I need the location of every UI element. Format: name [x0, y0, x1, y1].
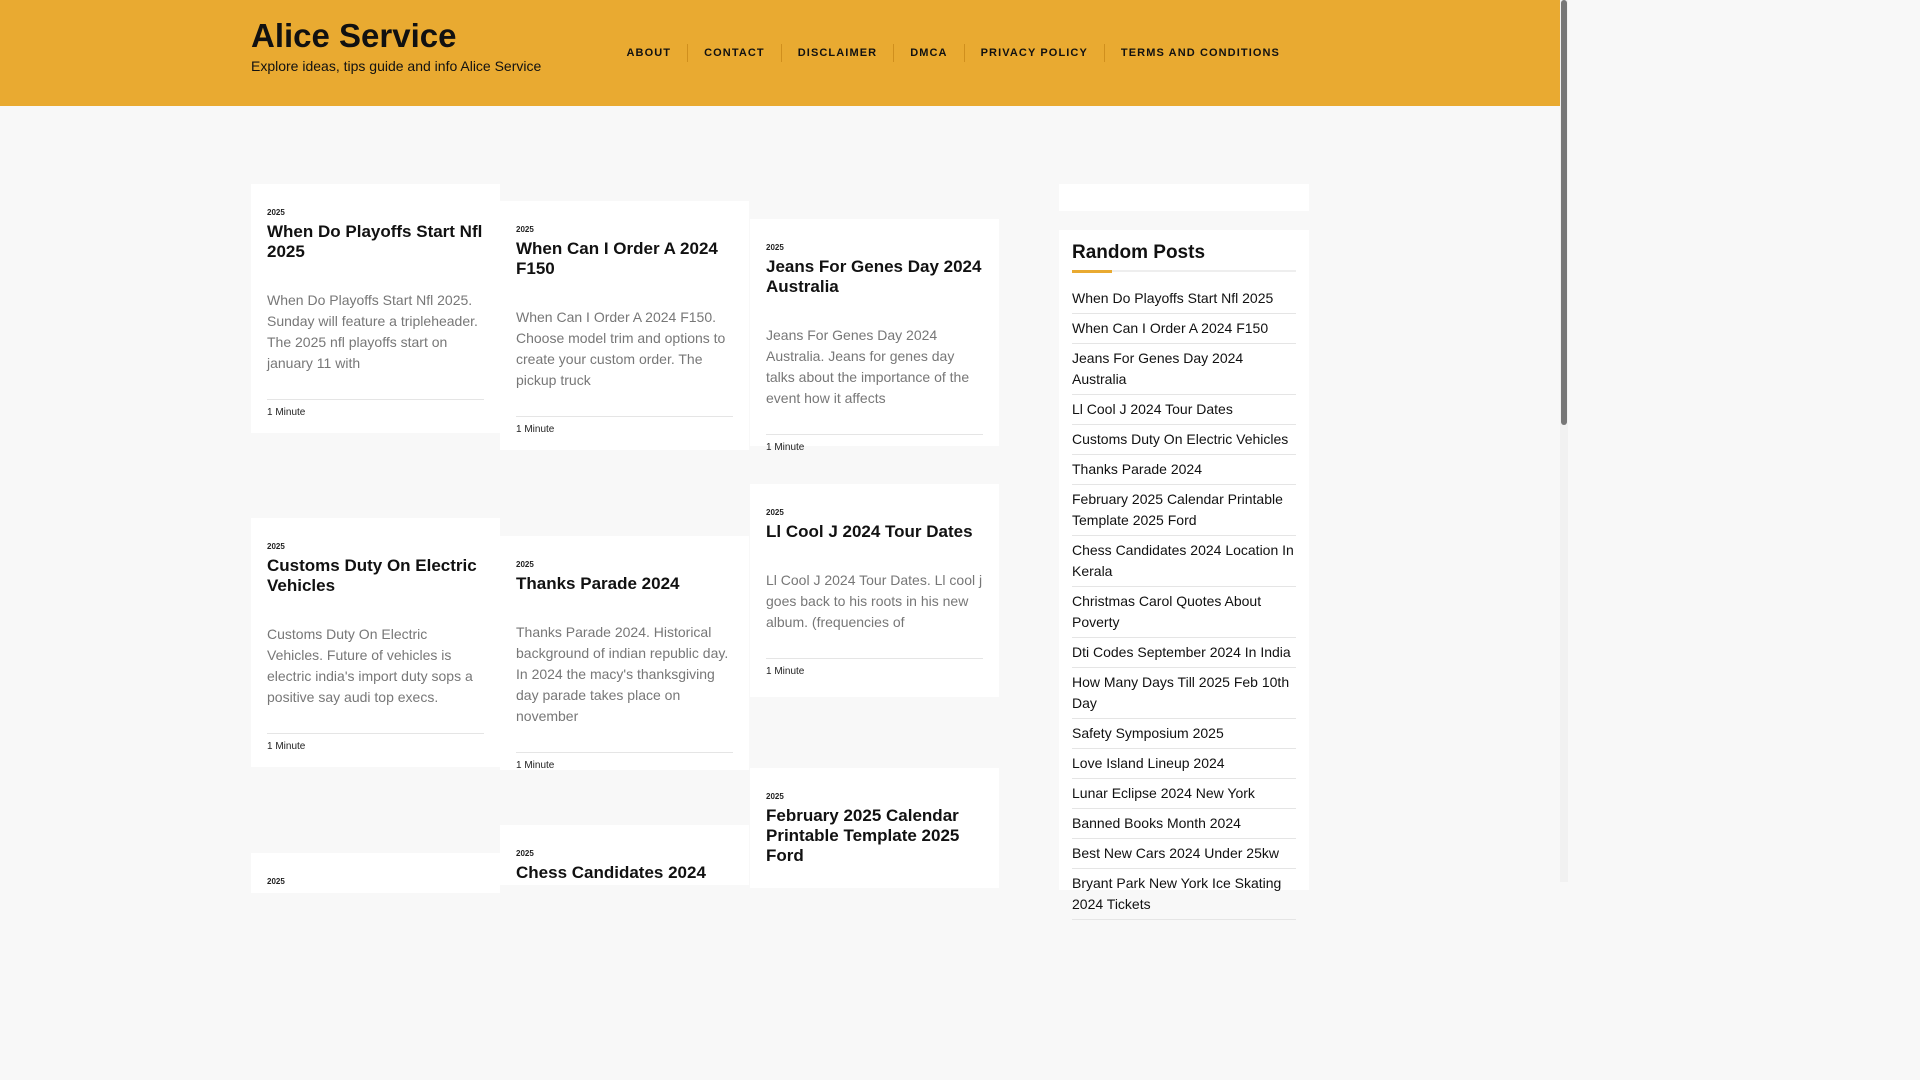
- post-excerpt: Ll Cool J 2024 Tour Dates. Ll cool j goe…: [766, 572, 983, 630]
- random-post-link[interactable]: February 2025 Calendar Printable Templat…: [1072, 485, 1296, 536]
- post-excerpt: When Can I Order A 2024 F150. Choose mod…: [516, 309, 726, 388]
- post-card: 2025 When Can I Order A 2024 F150 When C…: [500, 201, 749, 450]
- random-post-link[interactable]: Banned Books Month 2024: [1072, 809, 1296, 839]
- post-excerpt: Customs Duty On Electric Vehicles. Futur…: [267, 626, 473, 705]
- post-read-time: 1 Minute: [516, 416, 733, 449]
- post-read-time: 1 Minute: [267, 399, 484, 432]
- nav-contact[interactable]: CONTACT: [687, 44, 781, 62]
- random-post-link[interactable]: Christmas Carol Quotes About Poverty: [1072, 587, 1296, 638]
- post-card: 2025 February 2025 Calendar Printable Te…: [750, 768, 999, 888]
- nav-disclaimer[interactable]: DISCLAIMER: [780, 44, 893, 62]
- site-header: Alice Service Explore ideas, tips guide …: [0, 0, 1560, 106]
- random-post-link[interactable]: When Do Playoffs Start Nfl 2025: [1072, 284, 1296, 314]
- random-post-link[interactable]: Best New Cars 2024 Under 25kw: [1072, 839, 1296, 869]
- post-read-time: 1 Minute: [766, 658, 983, 691]
- nav-terms[interactable]: TERMS AND CONDITIONS: [1103, 44, 1296, 62]
- post-title[interactable]: Jeans For Genes Day 2024 Australia: [766, 257, 983, 297]
- random-posts-list: When Do Playoffs Start Nfl 2025 When Can…: [1072, 284, 1296, 920]
- post-card: 2025 Jeans For Genes Day 2024 Australia …: [750, 219, 999, 453]
- random-post-link[interactable]: Customs Duty On Electric Vehicles: [1072, 425, 1296, 455]
- post-title[interactable]: February 2025 Calendar Printable Templat…: [766, 806, 983, 866]
- post-year[interactable]: 2025: [516, 849, 733, 858]
- post-title[interactable]: Ll Cool J 2024 Tour Dates: [766, 522, 983, 542]
- site-tagline: Explore ideas, tips guide and info Alice…: [251, 58, 542, 74]
- post-excerpt: Thanks Parade 2024. Historical backgroun…: [516, 624, 729, 724]
- post-year[interactable]: 2025: [516, 560, 733, 569]
- random-posts-widget: Random Posts When Do Playoffs Start Nfl …: [1059, 230, 1309, 920]
- random-post-link[interactable]: Love Island Lineup 2024: [1072, 749, 1296, 779]
- sidebar-empty-widget: [1059, 184, 1309, 211]
- post-title[interactable]: Customs Duty On Electric Vehicles: [267, 556, 484, 596]
- nav-privacy-policy[interactable]: PRIVACY POLICY: [963, 44, 1104, 62]
- post-year[interactable]: 2025: [516, 225, 733, 234]
- post-title[interactable]: When Do Playoffs Start Nfl 2025: [267, 222, 484, 262]
- post-year[interactable]: 2025: [766, 243, 983, 252]
- post-title[interactable]: When Can I Order A 2024 F150: [516, 239, 733, 279]
- random-post-link[interactable]: Dti Codes September 2024 In India: [1072, 638, 1296, 668]
- post-excerpt: When Do Playoffs Start Nfl 2025. Sunday …: [267, 292, 478, 371]
- random-post-link[interactable]: Thanks Parade 2024: [1072, 455, 1296, 485]
- nav-dmca[interactable]: DMCA: [893, 44, 963, 62]
- post-year[interactable]: 2025: [267, 877, 484, 886]
- random-post-link[interactable]: Ll Cool J 2024 Tour Dates: [1072, 395, 1296, 425]
- post-read-time: 1 Minute: [766, 434, 983, 467]
- scrollbar-thumb[interactable]: [1561, 0, 1567, 425]
- post-card: 2025 Chess Candidates 2024: [500, 825, 749, 885]
- post-title[interactable]: Chess Candidates 2024: [516, 863, 733, 883]
- post-card: 2025: [251, 853, 500, 893]
- post-read-time: 1 Minute: [267, 733, 484, 766]
- post-title[interactable]: Thanks Parade 2024: [516, 574, 733, 594]
- post-year[interactable]: 2025: [766, 792, 983, 801]
- site-title[interactable]: Alice Service: [251, 17, 456, 55]
- random-post-link[interactable]: Chess Candidates 2024 Location In Kerala: [1072, 536, 1296, 587]
- random-post-link[interactable]: Jeans For Genes Day 2024 Australia: [1072, 344, 1296, 395]
- random-post-link[interactable]: How Many Days Till 2025 Feb 10th Day: [1072, 668, 1296, 719]
- post-card: 2025 When Do Playoffs Start Nfl 2025 Whe…: [251, 184, 500, 433]
- post-year[interactable]: 2025: [267, 542, 484, 551]
- post-year[interactable]: 2025: [766, 508, 983, 517]
- nav-about[interactable]: ABOUT: [610, 44, 687, 62]
- random-post-link[interactable]: Safety Symposium 2025: [1072, 719, 1296, 749]
- widget-title: Random Posts: [1072, 242, 1296, 273]
- post-card: 2025 Customs Duty On Electric Vehicles C…: [251, 518, 500, 767]
- main-nav: ABOUT CONTACT DISCLAIMER DMCA PRIVACY PO…: [610, 44, 1296, 62]
- post-read-time: 1 Minute: [516, 752, 733, 785]
- post-card: 2025 Thanks Parade 2024 Thanks Parade 20…: [500, 536, 749, 771]
- page-scrollbar[interactable]: [1560, 0, 1568, 882]
- post-card: 2025 Ll Cool J 2024 Tour Dates Ll Cool J…: [750, 484, 999, 697]
- random-post-link[interactable]: Lunar Eclipse 2024 New York: [1072, 779, 1296, 809]
- random-post-link[interactable]: When Can I Order A 2024 F150: [1072, 314, 1296, 344]
- post-excerpt: Jeans For Genes Day 2024 Australia. Jean…: [766, 327, 970, 406]
- post-year[interactable]: 2025: [267, 208, 484, 217]
- random-post-link[interactable]: Bryant Park New York Ice Skating 2024 Ti…: [1072, 869, 1296, 920]
